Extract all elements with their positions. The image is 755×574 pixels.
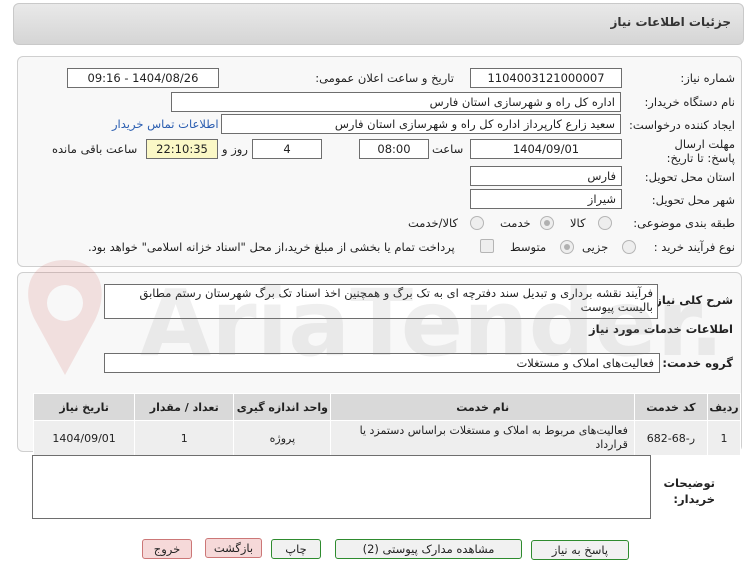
need-summary-label: شرح کلی نیاز: bbox=[650, 293, 733, 307]
deadline-label: مهلت ارسال پاسخ: تا تاریخ: bbox=[666, 137, 735, 165]
quantity-cell: 1 bbox=[134, 420, 235, 456]
city-label: شهر محل تحویل: bbox=[651, 193, 735, 207]
category-khedmat-label: خدمت bbox=[500, 216, 531, 230]
category-label: طبقه بندی موضوعی: bbox=[633, 216, 735, 230]
deadline-time-field: 08:00 bbox=[359, 139, 429, 159]
print-button[interactable]: چاپ bbox=[271, 539, 321, 559]
announce-datetime-field: 1404/08/26 - 09:16 bbox=[67, 68, 219, 88]
col-name-header: نام خدمت bbox=[330, 393, 635, 421]
city-field: شیراز bbox=[470, 189, 622, 209]
buyer-notes-label: توضیحات خریدار: bbox=[663, 476, 716, 506]
exit-button[interactable]: خروج bbox=[142, 539, 192, 559]
buyer-contact-link[interactable]: اطلاعات تماس خریدار bbox=[112, 117, 219, 131]
back-button[interactable]: بازگشت bbox=[205, 538, 262, 558]
col-date-header: تاریخ نیاز bbox=[32, 393, 136, 421]
view-attachments-button[interactable]: مشاهده مدارک پیوستی (2) bbox=[335, 539, 522, 559]
col-code-header: کد خدمت bbox=[633, 393, 708, 421]
services-table-header: ردیف کد خدمت نام خدمت واحد اندازه گیری ت… bbox=[32, 393, 742, 421]
process-type-label: نوع فرآیند خرید : bbox=[653, 240, 735, 254]
col-unit-header: واحد اندازه گیری bbox=[233, 393, 332, 421]
deadline-date-field: 1404/09/01 bbox=[470, 139, 622, 159]
announce-datetime-label: تاریخ و ساعت اعلان عمومی: bbox=[315, 71, 454, 85]
requester-label: ایجاد کننده درخواست: bbox=[629, 118, 735, 132]
province-label: استان محل تحویل: bbox=[644, 170, 735, 184]
need-date-cell: 1404/09/01 bbox=[32, 420, 136, 456]
deadline-days-field: 4 bbox=[252, 139, 322, 159]
need-summary-field: فرآیند نقشه برداری و تبدیل سند دفترچه ای… bbox=[104, 284, 658, 319]
need-number-label: شماره نیاز: bbox=[680, 71, 735, 85]
deadline-time-label: ساعت bbox=[432, 142, 464, 156]
col-row-header: ردیف bbox=[706, 393, 742, 421]
category-kala-radio[interactable] bbox=[598, 216, 612, 230]
services-section-title: اطلاعات خدمات مورد نیاز bbox=[589, 322, 733, 336]
treasury-payment-checkbox[interactable] bbox=[480, 239, 494, 253]
need-number-field: 1104003121000007 bbox=[470, 68, 622, 88]
remaining-time-field: 22:10:35 bbox=[146, 139, 218, 159]
page-title: جزئیات اطلاعات نیاز bbox=[610, 15, 731, 29]
process-motavaset-label: متوسط bbox=[510, 240, 547, 254]
category-kala-khedmat-label: کالا/خدمت bbox=[408, 216, 459, 230]
category-khedmat-radio[interactable] bbox=[540, 216, 554, 230]
process-jozei-radio[interactable] bbox=[622, 240, 636, 254]
province-field: فارس bbox=[470, 166, 622, 186]
deadline-days-label: روز و bbox=[222, 142, 248, 156]
requester-field: سعید زارع کارپرداز اداره کل راه و شهرساز… bbox=[221, 114, 621, 134]
process-motavaset-radio[interactable] bbox=[560, 240, 574, 254]
service-group-label: گروه خدمت: bbox=[662, 356, 733, 370]
col-qty-header: تعداد / مقدار bbox=[134, 393, 235, 421]
row-index-cell: 1 bbox=[706, 420, 742, 456]
buyer-org-label: نام دستگاه خریدار: bbox=[644, 95, 735, 109]
page-header: جزئیات اطلاعات نیاز bbox=[13, 3, 744, 45]
process-jozei-label: جزیی bbox=[582, 240, 609, 254]
reply-button[interactable]: پاسخ به نیاز bbox=[531, 540, 629, 560]
unit-cell: پروژه bbox=[233, 420, 332, 456]
services-table: ردیف کد خدمت نام خدمت واحد اندازه گیری ت… bbox=[32, 393, 742, 456]
service-group-field: فعالیت‌های املاک و مستغلات bbox=[104, 353, 660, 373]
buyer-org-field: اداره کل راه و شهرسازی استان فارس bbox=[171, 92, 621, 112]
service-code-cell: ر-68-682 bbox=[633, 420, 708, 456]
category-kala-label: کالا bbox=[570, 216, 586, 230]
treasury-payment-note: پرداخت تمام یا بخشی از مبلغ خرید،از محل … bbox=[88, 240, 455, 254]
category-kala-khedmat-radio[interactable] bbox=[470, 216, 484, 230]
remaining-time-label: ساعت باقی مانده bbox=[52, 142, 138, 156]
buyer-notes-field[interactable] bbox=[32, 455, 651, 519]
service-name-cell: فعالیت‌های مربوط به املاک و مستغلات براس… bbox=[330, 420, 635, 456]
table-row: 1 ر-68-682 فعالیت‌های مربوط به املاک و م… bbox=[32, 420, 742, 456]
